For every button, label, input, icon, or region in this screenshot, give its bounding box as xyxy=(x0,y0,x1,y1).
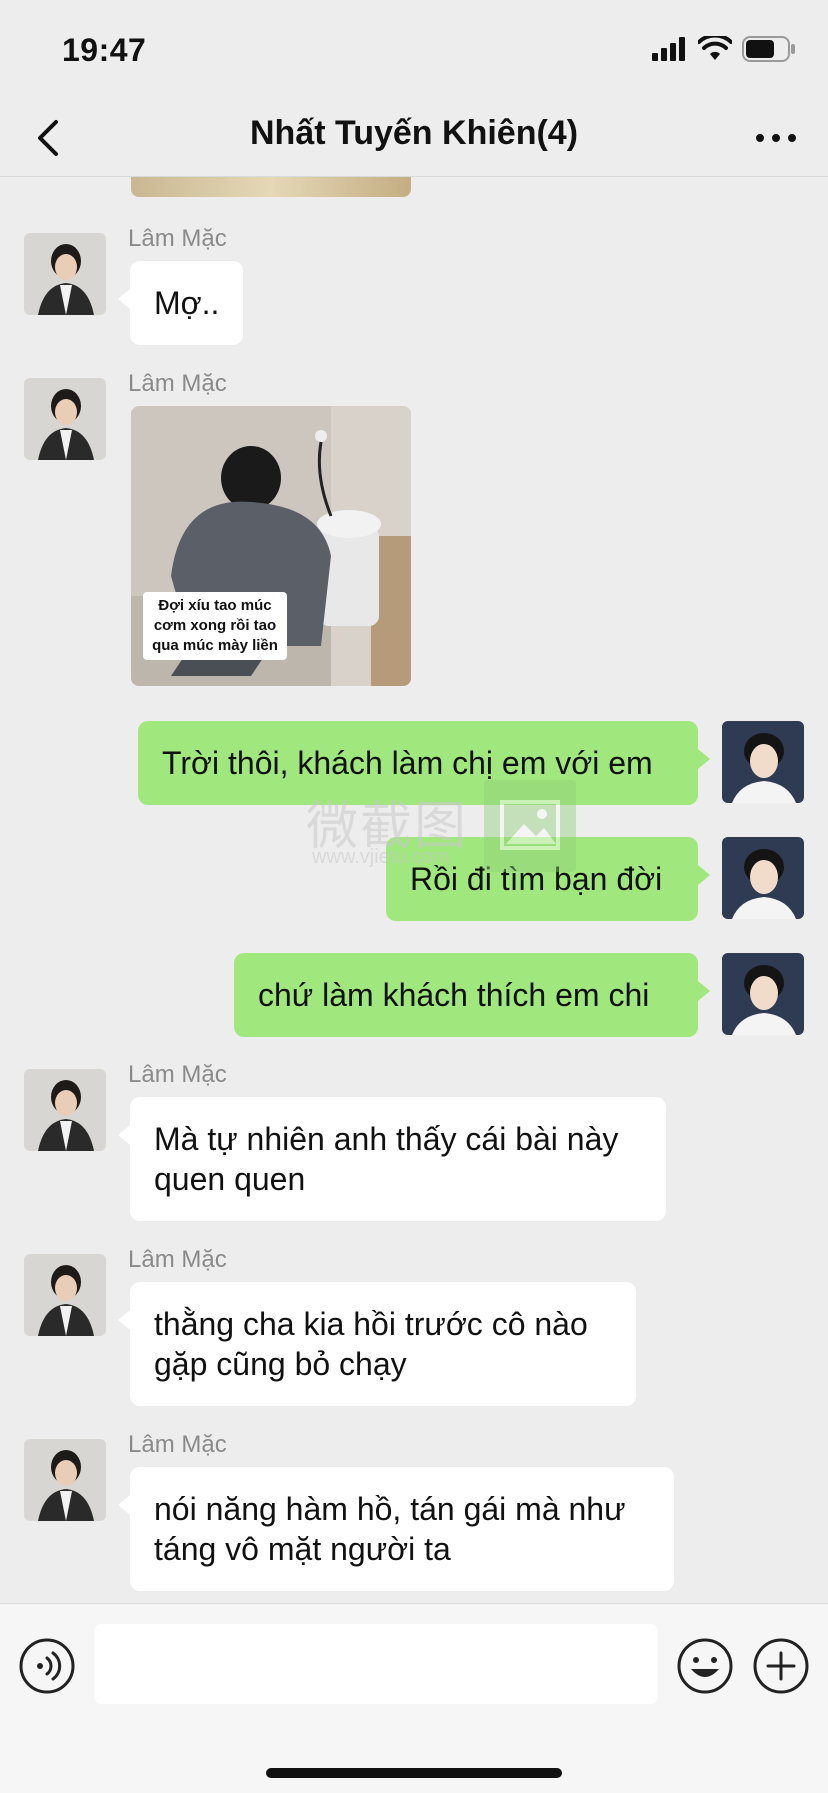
avatar-lam-mac[interactable] xyxy=(24,1069,106,1151)
avatar-lam-mac[interactable] xyxy=(24,233,106,315)
message-bubble[interactable]: Trời thôi, khách làm chị em với em xyxy=(138,721,710,805)
chat-message-list[interactable]: Lâm Mặc Mợ.. Lâm Mặc Đợi xíu tao múc cơm… xyxy=(0,177,828,1603)
avatar-self[interactable] xyxy=(722,953,804,1035)
message-bubble[interactable]: Mợ.. xyxy=(117,261,244,345)
sender-name: Lâm Mặc xyxy=(128,1431,227,1458)
avatar-lam-mac[interactable] xyxy=(24,1439,106,1521)
battery-icon xyxy=(742,36,795,62)
emoji-icon[interactable] xyxy=(676,1637,734,1695)
sender-name: Lâm Mặc xyxy=(128,225,227,252)
message-input[interactable] xyxy=(94,1624,658,1704)
sender-name: Lâm Mặc xyxy=(128,1246,227,1273)
message-bubble[interactable]: Mà tự nhiên anh thấy cái bài này quen qu… xyxy=(118,1097,666,1221)
image-message[interactable]: Đợi xíu tao múc cơm xong rồi tao qua múc… xyxy=(131,406,411,686)
message-bubble[interactable]: thằng cha kia hồi trước cô nào gặp cũng … xyxy=(118,1282,636,1406)
status-icons xyxy=(652,36,796,62)
wifi-icon xyxy=(698,36,732,60)
cellular-signal-icon xyxy=(652,37,685,61)
sender-name: Lâm Mặc xyxy=(128,370,227,397)
partial-image-message[interactable] xyxy=(131,177,411,197)
status-bar: 19:47 xyxy=(0,0,828,100)
avatar-self[interactable] xyxy=(722,721,804,803)
more-options-icon[interactable] xyxy=(752,116,800,160)
sender-name: Lâm Mặc xyxy=(128,1061,227,1088)
image-caption: Đợi xíu tao múc cơm xong rồi tao qua múc… xyxy=(143,592,287,660)
avatar-lam-mac[interactable] xyxy=(24,378,106,460)
avatar-lam-mac[interactable] xyxy=(24,1254,106,1336)
nav-bar: Nhất Tuyến Khiên(4) xyxy=(0,100,828,177)
message-bubble[interactable]: chứ làm khách thích em chi xyxy=(234,953,710,1037)
chat-title: Nhất Tuyến Khiên(4) xyxy=(249,114,579,152)
add-attachment-icon[interactable] xyxy=(752,1637,810,1695)
home-indicator[interactable] xyxy=(266,1768,562,1778)
voice-input-icon[interactable] xyxy=(18,1637,76,1695)
message-bubble[interactable]: Rồi đi tìm bạn đời xyxy=(386,837,710,921)
input-bar xyxy=(0,1603,828,1793)
avatar-self[interactable] xyxy=(722,837,804,919)
status-time: 19:47 xyxy=(62,32,147,68)
message-bubble[interactable]: nói năng hàm hồ, tán gái mà như táng vô … xyxy=(118,1467,674,1591)
